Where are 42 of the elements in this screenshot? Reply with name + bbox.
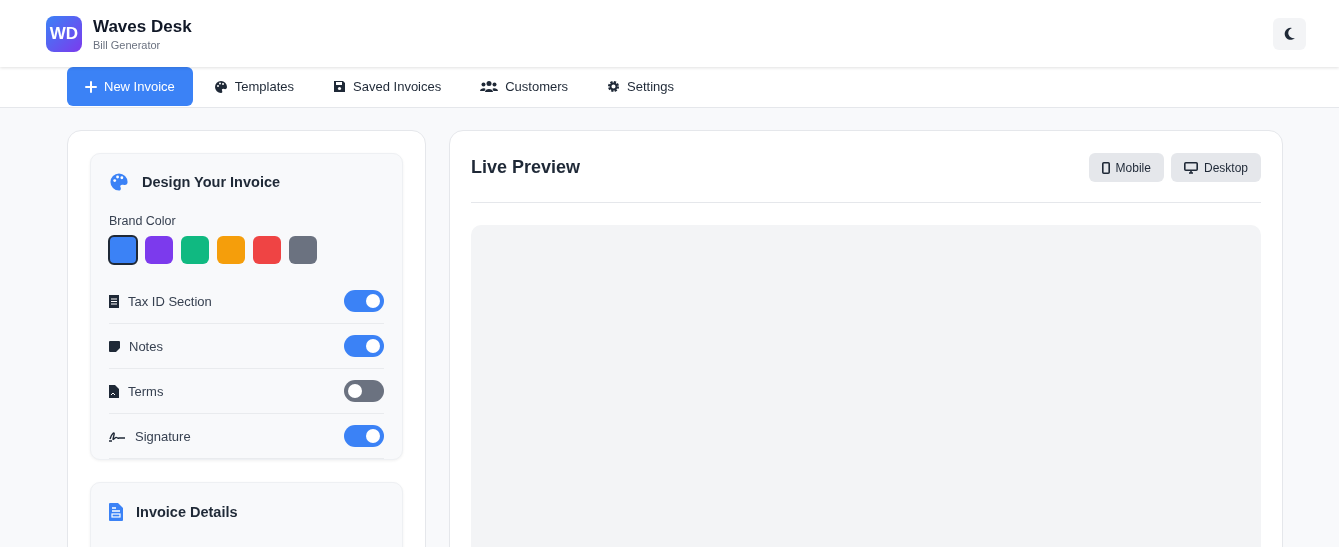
- toggle-label: Terms: [128, 383, 165, 399]
- document-icon: [109, 503, 123, 521]
- palette-icon: [109, 172, 129, 192]
- file-icon: [109, 384, 119, 398]
- color-swatch[interactable]: [217, 236, 245, 264]
- toggle-switch[interactable]: [344, 380, 384, 402]
- app-logo: WD: [46, 15, 82, 52]
- toggle-label: Notes: [129, 338, 164, 354]
- desktop-view-button[interactable]: Desktop: [1170, 153, 1261, 182]
- sticky-note-icon: [109, 340, 120, 352]
- phone-icon: [1101, 161, 1110, 174]
- palette-icon: [213, 79, 228, 94]
- nav-tab[interactable]: Settings: [589, 67, 693, 106]
- monitor-icon: [1183, 161, 1198, 174]
- toggle-label: Signature: [135, 428, 192, 444]
- preview-title: Live Preview: [471, 157, 581, 178]
- moon-icon: [1283, 27, 1296, 40]
- color-swatch[interactable]: [145, 236, 173, 264]
- settings-icon: [607, 80, 621, 93]
- brand-color-label: Brand Color: [109, 214, 177, 228]
- nav-tab[interactable]: New Invoice: [67, 67, 193, 106]
- color-swatch[interactable]: [181, 236, 209, 264]
- app-title: Waves Desk: [93, 16, 192, 37]
- color-swatch[interactable]: [108, 235, 138, 265]
- toggle-label: Tax ID Section: [128, 293, 213, 309]
- app-subtitle: Bill Generator: [93, 38, 162, 51]
- users-icon: [480, 80, 499, 93]
- nav-tab[interactable]: Templates: [195, 67, 313, 106]
- receipt-icon: [109, 294, 119, 308]
- theme-toggle-button[interactable]: [1273, 17, 1306, 50]
- color-swatch[interactable]: [253, 236, 281, 264]
- section-title: Invoice Details: [136, 504, 238, 520]
- toggle-switch[interactable]: [344, 335, 384, 357]
- nav-tab[interactable]: Customers: [462, 67, 587, 106]
- signature-icon: [109, 430, 126, 442]
- color-swatch[interactable]: [289, 236, 317, 264]
- toggle-switch[interactable]: [344, 290, 384, 312]
- mobile-view-button[interactable]: Mobile: [1088, 153, 1164, 182]
- toggle-switch[interactable]: [344, 425, 384, 447]
- section-title: Design Your Invoice: [142, 174, 281, 190]
- plus-icon: [85, 80, 97, 93]
- nav-tab[interactable]: Saved Invoices: [315, 67, 460, 106]
